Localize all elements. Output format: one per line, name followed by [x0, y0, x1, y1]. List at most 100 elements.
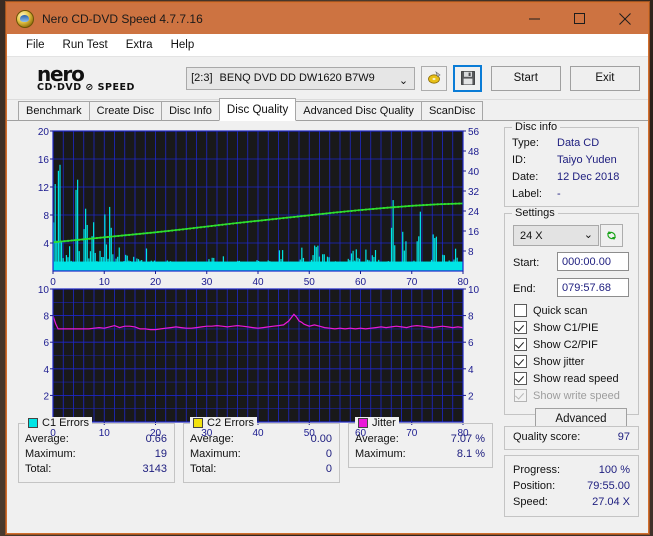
tab-benchmark[interactable]: Benchmark	[18, 101, 90, 121]
chevron-down-icon: ⌄	[398, 74, 409, 87]
c1-legend-swatch	[28, 418, 38, 428]
menu-help[interactable]: Help	[162, 37, 204, 53]
close-button[interactable]	[602, 3, 648, 34]
disc-date-value: 12 Dec 2018	[557, 171, 620, 183]
progress-group: Progress: 100 % Position: 79:55.00 Speed…	[504, 455, 639, 517]
checkbox-box	[514, 321, 527, 334]
disc-info-title: Disc info	[512, 121, 561, 133]
progress-label: Progress:	[513, 464, 561, 476]
c2-maximum-value: 0	[325, 448, 332, 460]
minimize-button[interactable]	[512, 3, 557, 34]
menu-bar: File Run Test Extra Help	[7, 34, 648, 57]
refresh-speed-button[interactable]	[600, 224, 623, 247]
progress-value: 100 %	[598, 464, 630, 476]
svg-text:4: 4	[43, 239, 49, 250]
end-input[interactable]: 079:57.68	[557, 278, 629, 297]
disc-label-label: Label:	[512, 188, 542, 200]
svg-text:48: 48	[468, 147, 480, 158]
toolbar: nero CD·DVD ⊘ SPEED [2:3] BENQ DVD DD DW…	[7, 57, 648, 100]
nero-app-icon	[16, 9, 34, 28]
settings-title: Settings	[512, 207, 558, 219]
jitter-legend-swatch	[358, 418, 368, 428]
charts-area: 4 8 12 16 20 8 16 24 32 40 48 56 0 10 20 30 40 50 60 70 80 2…	[15, 125, 495, 439]
tab-advanced-disc-quality[interactable]: Advanced Disc Quality	[295, 101, 422, 121]
exit-button[interactable]: Exit	[569, 65, 640, 91]
svg-text:8: 8	[468, 312, 474, 323]
disc-type-value: Data CD	[557, 137, 600, 149]
c2-errors-stats: C2 Errors Average: 0.00 Maximum: 0 Total…	[183, 417, 340, 483]
start-button[interactable]: Start	[490, 65, 561, 91]
svg-text:16: 16	[38, 155, 50, 166]
speed-value: 27.04 X	[592, 496, 630, 508]
checkbox-label: Show read speed	[533, 372, 619, 385]
tab-create-disc[interactable]: Create Disc	[88, 101, 163, 121]
save-button[interactable]	[453, 64, 482, 92]
c2-legend-swatch	[193, 418, 203, 428]
jitter-label: Jitter	[372, 417, 396, 429]
c1-average-value: 0.66	[145, 433, 167, 445]
logo-line-2: CD·DVD ⊘ SPEED	[37, 81, 135, 93]
jitter-stats: Jitter Average: 7.07 % Maximum: 8.1 %	[348, 417, 493, 468]
svg-text:24: 24	[468, 207, 480, 218]
disc-type-label: Type:	[512, 137, 539, 149]
disc-label-value: -	[557, 188, 561, 200]
c1-errors-chart: 4812162081624324048560 10 20 30 40 50 60 70 80	[38, 127, 480, 288]
checkbox-label: Quick scan	[533, 304, 588, 317]
logo-line-1: nero	[37, 61, 85, 86]
c2-average-label: Average:	[190, 433, 234, 445]
tab-disc-quality[interactable]: Disc Quality	[218, 98, 297, 121]
c1-total-label: Total:	[25, 463, 52, 475]
nero-logo: nero CD·DVD ⊘ SPEED	[37, 64, 178, 93]
tab-disc-info[interactable]: Disc Info	[161, 101, 220, 121]
speed-label: Speed:	[513, 496, 548, 508]
c1-maximum-value: 19	[154, 448, 167, 460]
quality-score-label: Quality score:	[513, 431, 581, 443]
start-input[interactable]: 000:00.00	[557, 252, 629, 271]
quality-score-group: Quality score: 97	[504, 426, 639, 450]
svg-text:20: 20	[38, 127, 50, 138]
menu-extra[interactable]: Extra	[117, 37, 162, 53]
drive-index: [2:3]	[191, 72, 213, 84]
speed-select[interactable]: 24 X ⌄	[513, 225, 599, 246]
svg-text:8: 8	[43, 312, 49, 323]
tab-scandisc[interactable]: ScanDisc	[420, 101, 484, 121]
svg-text:56: 56	[468, 127, 480, 138]
disc-id-label: ID:	[512, 154, 527, 166]
position-value: 79:55.00	[587, 480, 630, 492]
svg-text:40: 40	[468, 167, 480, 178]
checkbox-label: Show jitter	[533, 355, 585, 368]
position-label: Position:	[513, 480, 556, 492]
c1-errors-stats-title: C1 Errors	[25, 417, 93, 429]
jitter-maximum-label: Maximum:	[355, 448, 406, 460]
c2-total-label: Total:	[190, 463, 217, 475]
checkbox-box	[514, 372, 527, 385]
checkbox-show-c2-pif[interactable]: Show C2/PIF	[514, 338, 598, 351]
c2-maximum-label: Maximum:	[190, 448, 241, 460]
disc-quality-panel: 4 8 12 16 20 8 16 24 32 40 48 56 0 10 20 30 40 50 60 70 80 2…	[7, 121, 648, 530]
title-bar: Nero CD-DVD Speed 4.7.7.16	[7, 3, 648, 34]
menu-file[interactable]: File	[17, 37, 54, 53]
checkbox-show-c1-pie[interactable]: Show C1/PIE	[514, 321, 598, 334]
svg-text:12: 12	[38, 183, 50, 194]
c1-average-label: Average:	[25, 433, 69, 445]
svg-text:8: 8	[43, 211, 49, 222]
svg-text:4: 4	[468, 365, 474, 376]
menu-run-test[interactable]: Run Test	[54, 37, 117, 53]
chevron-down-icon: ⌄	[583, 229, 593, 241]
svg-text:2: 2	[43, 391, 49, 402]
svg-text:6: 6	[43, 338, 49, 349]
disc-id-value: Taiyo Yuden	[557, 154, 617, 166]
jitter-maximum-value: 8.1 %	[456, 448, 485, 460]
checkbox-box	[514, 304, 527, 317]
end-label: End:	[513, 283, 536, 295]
svg-text:16: 16	[468, 227, 480, 238]
maximize-button[interactable]	[557, 3, 602, 34]
window-controls	[512, 3, 648, 34]
disc-date-label: Date:	[512, 171, 539, 183]
svg-text:10: 10	[38, 285, 50, 296]
checkbox-quick-scan[interactable]: Quick scan	[514, 304, 587, 317]
drive-selector[interactable]: [2:3] BENQ DVD DD DW1620 B7W9 ⌄	[186, 66, 416, 90]
checkbox-show-read-speed[interactable]: Show read speed	[514, 372, 619, 385]
eject-disc-button[interactable]	[421, 65, 448, 91]
checkbox-show-jitter[interactable]: Show jitter	[514, 355, 584, 368]
